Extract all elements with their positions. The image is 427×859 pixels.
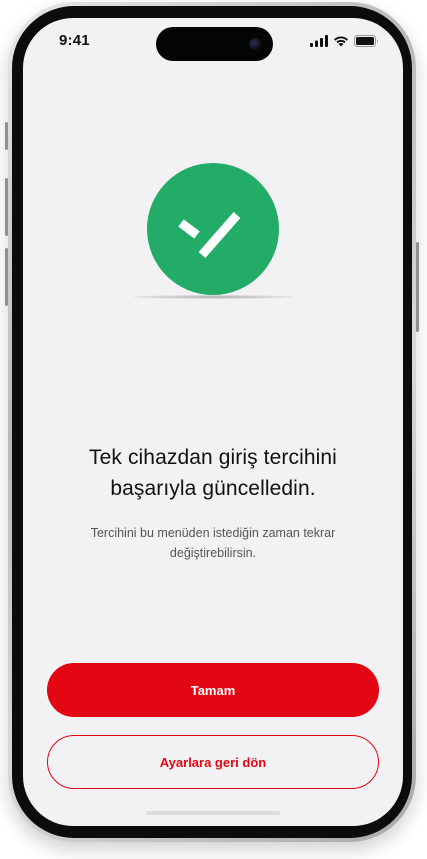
action-button (5, 122, 8, 150)
success-illustration (23, 163, 403, 313)
front-camera (249, 38, 261, 50)
wifi-icon (334, 36, 348, 47)
ok-button[interactable]: Tamam (47, 663, 379, 717)
success-badge (147, 163, 279, 295)
back-to-settings-button[interactable]: Ayarlara geri dön (47, 735, 379, 789)
volume-up-button (5, 178, 8, 236)
screen: 9:41 Tek cihazdan giriş tercihini başarı… (23, 18, 403, 826)
badge-shadow (133, 295, 293, 299)
dynamic-island (156, 27, 273, 61)
subtitle-line-1: Tercihini bu menüden istediğin zaman tek… (90, 526, 336, 540)
subtitle-line-2: değiştirebilirsin. (169, 546, 257, 560)
volume-down-button (5, 248, 8, 306)
checkmark-icon (178, 212, 241, 258)
page-title: Tek cihazdan giriş tercihini başarıyla g… (43, 442, 383, 504)
home-indicator[interactable] (146, 811, 280, 815)
status-time: 9:41 (59, 32, 90, 49)
power-button (416, 242, 419, 332)
battery-icon (354, 35, 378, 47)
status-icons (310, 34, 379, 48)
title-line-1: Tek cihazdan giriş tercihini (89, 446, 337, 469)
page-subtitle: Tercihini bu menüden istediğin zaman tek… (53, 523, 373, 563)
status-bar: 9:41 (23, 18, 403, 68)
signal-icon (310, 35, 328, 47)
title-line-2: başarıyla güncelledin. (110, 477, 316, 500)
